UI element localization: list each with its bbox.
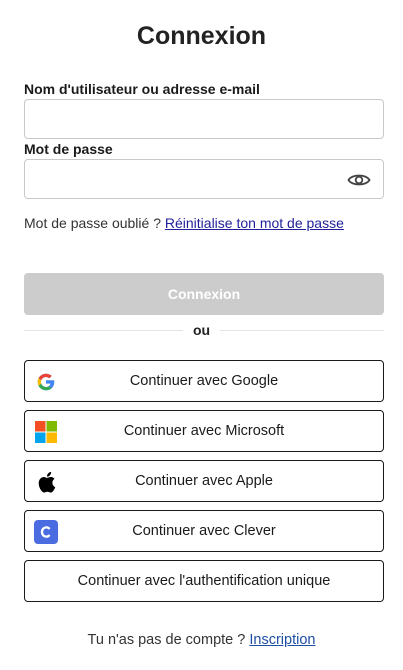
clever-button-label: Continuer avec Clever bbox=[132, 523, 276, 539]
google-icon bbox=[34, 370, 58, 394]
page-title: Connexion bbox=[136, 22, 267, 50]
username-input[interactable] bbox=[25, 100, 383, 138]
microsoft-button-label: Continuer avec Microsoft bbox=[123, 423, 285, 439]
signup-text: Tu n'as pas de compte ? bbox=[87, 632, 250, 648]
signup-prompt: Tu n'as pas de compte ? Inscription bbox=[0, 632, 403, 648]
login-button[interactable]: Connexion bbox=[24, 273, 384, 315]
sso-button-label: Continuer avec l'authentification unique bbox=[77, 573, 331, 589]
password-field-wrapper bbox=[24, 159, 384, 199]
divider-text: ou bbox=[182, 322, 221, 338]
password-input[interactable] bbox=[25, 160, 383, 198]
password-label: Mot de passe bbox=[24, 141, 113, 157]
clever-button[interactable]: Continuer avec Clever bbox=[24, 510, 384, 552]
google-button[interactable]: Continuer avec Google bbox=[24, 360, 384, 402]
apple-icon bbox=[34, 470, 58, 494]
clever-icon bbox=[34, 520, 58, 544]
reset-password-link[interactable]: Réinitialise ton mot de passe bbox=[165, 215, 344, 231]
microsoft-icon bbox=[34, 420, 58, 444]
microsoft-button[interactable]: Continuer avec Microsoft bbox=[24, 410, 384, 452]
username-label: Nom d'utilisateur ou adresse e-mail bbox=[24, 81, 260, 97]
eye-icon[interactable] bbox=[347, 169, 371, 191]
google-button-label: Continuer avec Google bbox=[129, 373, 279, 389]
forgot-password-text: Mot de passe oublié ? bbox=[24, 215, 165, 231]
sso-button[interactable]: Continuer avec l'authentification unique bbox=[24, 560, 384, 602]
divider-or: ou bbox=[0, 322, 403, 338]
apple-button[interactable]: Continuer avec Apple bbox=[24, 460, 384, 502]
apple-button-label: Continuer avec Apple bbox=[135, 473, 273, 489]
signup-link[interactable]: Inscription bbox=[249, 632, 315, 648]
username-field-wrapper bbox=[24, 99, 384, 139]
forgot-password: Mot de passe oublié ? Réinitialise ton m… bbox=[24, 215, 374, 232]
